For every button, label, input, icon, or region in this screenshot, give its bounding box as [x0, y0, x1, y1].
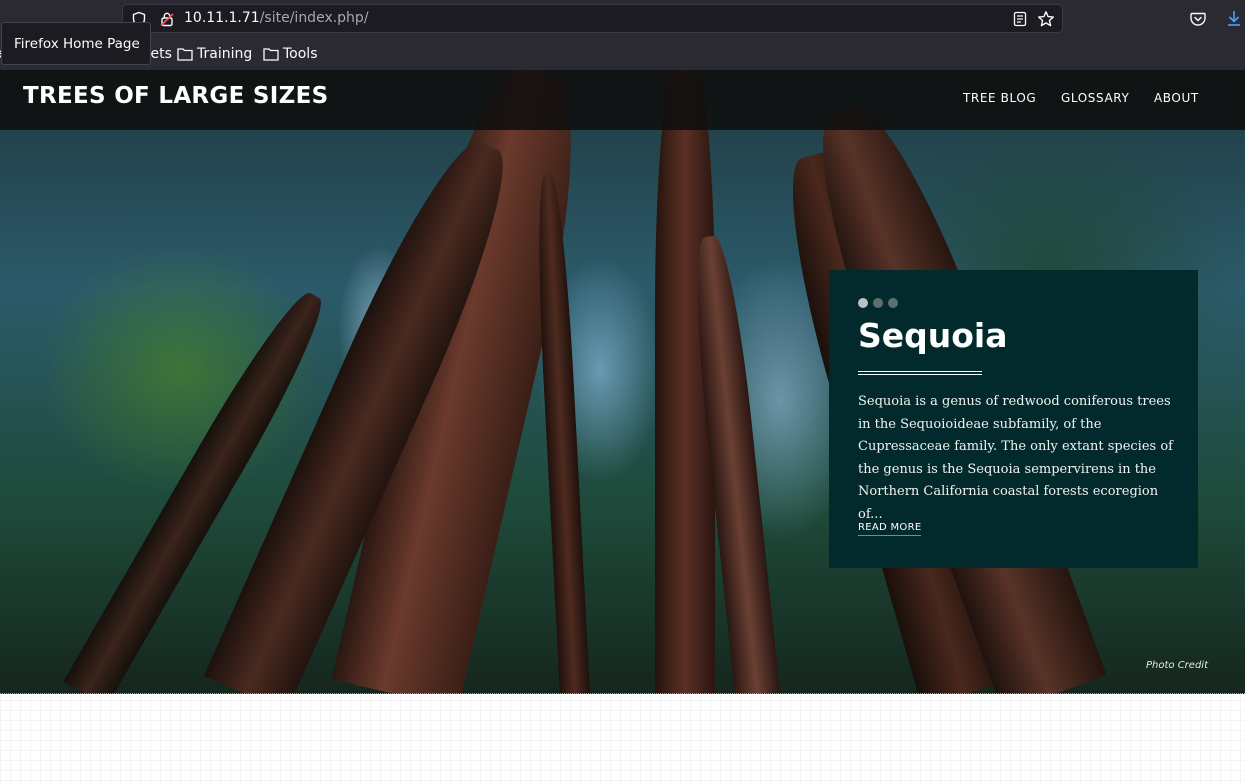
tree-trunk	[532, 173, 590, 694]
photo-credit-link[interactable]: Photo Credit	[1146, 660, 1208, 671]
bookmark-folder-tools[interactable]: Tools	[263, 44, 318, 64]
download-icon[interactable]	[1225, 9, 1243, 27]
folder-icon	[263, 48, 279, 61]
bookmark-label: Training	[197, 46, 253, 62]
slide-title[interactable]: Sequoia	[858, 316, 1008, 355]
site-header: TREES OF LARGE SIZES TREE BLOG GLOSSARY …	[0, 70, 1245, 130]
nav-tree-blog[interactable]: TREE BLOG	[963, 91, 1036, 105]
pocket-icon[interactable]	[1189, 10, 1207, 28]
bookmark-star-icon[interactable]	[1037, 10, 1055, 28]
url-text[interactable]: 10.11.1.71/site/index.php/	[184, 10, 369, 26]
url-path: /site/index.php/	[259, 10, 369, 26]
reader-view-icon[interactable]	[1012, 11, 1028, 27]
slide-dot[interactable]	[858, 298, 868, 308]
featured-slide-card: Sequoia Sequoia is a genus of redwood co…	[829, 270, 1198, 568]
url-host: 10.11.1.71	[184, 10, 260, 26]
lock-icon[interactable]	[159, 11, 175, 27]
slide-dot[interactable]	[873, 298, 883, 308]
slide-dot[interactable]	[888, 298, 898, 308]
read-more-link[interactable]: READ MORE	[858, 522, 922, 536]
slide-indicators	[858, 298, 898, 308]
page: TREES OF LARGE SIZES TREE BLOG GLOSSARY …	[0, 70, 1245, 784]
hero-divider	[0, 693, 1245, 694]
browser-chrome: 10.11.1.71/site/index.php/ erences cheat…	[0, 0, 1245, 70]
folder-icon	[177, 48, 193, 61]
slide-excerpt: Sequoia is a genus of redwood coniferous…	[858, 394, 1173, 522]
bookmarks-toolbar: erences cheat sheets Training Tools	[0, 40, 1245, 68]
url-bar[interactable]: 10.11.1.71/site/index.php/	[122, 4, 1063, 33]
title-divider	[858, 371, 982, 375]
bookmark-folder-training[interactable]: Training	[177, 44, 252, 64]
site-title[interactable]: TREES OF LARGE SIZES	[23, 83, 329, 109]
nav-about[interactable]: ABOUT	[1154, 91, 1199, 105]
hero-forest-image: TREES OF LARGE SIZES TREE BLOG GLOSSARY …	[0, 70, 1245, 694]
nav-glossary[interactable]: GLOSSARY	[1061, 91, 1129, 105]
tooltip: Firefox Home Page	[1, 22, 151, 65]
bookmark-label: Tools	[283, 46, 318, 62]
